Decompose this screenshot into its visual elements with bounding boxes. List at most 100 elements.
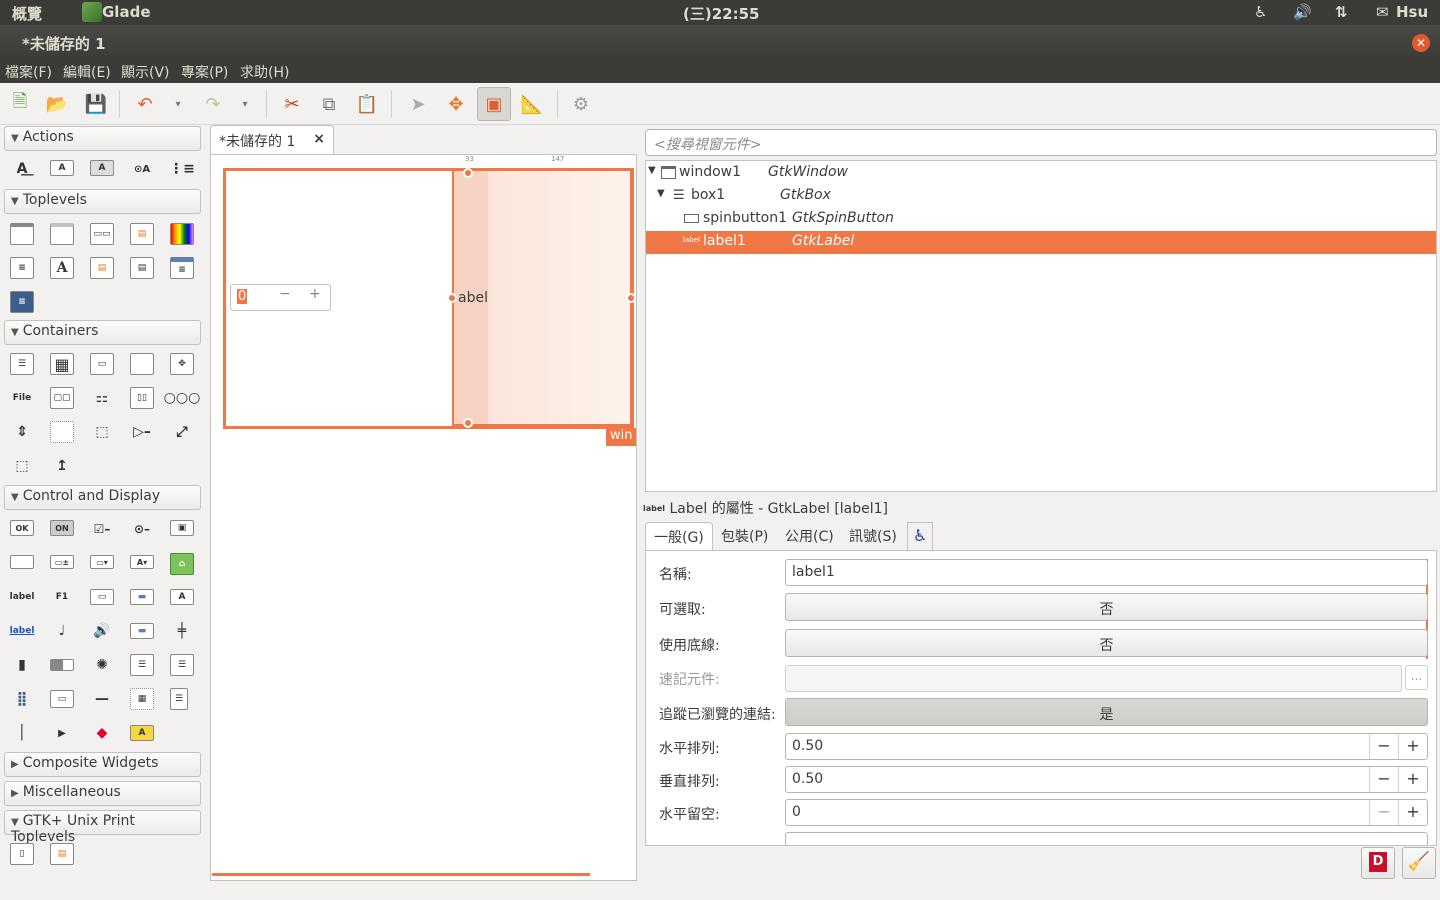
spin-plus[interactable]: +: [309, 286, 321, 302]
paste-icon[interactable]: 📋: [355, 92, 379, 116]
menu-edit[interactable]: 編輯(E): [63, 62, 111, 82]
fixed-icon[interactable]: ✥: [170, 353, 194, 375]
tree-row-box1[interactable]: ▼ ☰ box1 GtkBox: [646, 185, 1436, 208]
toggle-button-icon[interactable]: ON: [50, 520, 74, 536]
tab-accessibility-icon[interactable]: ♿: [907, 522, 934, 550]
widget-search-input[interactable]: <搜尋視窗元件>: [645, 129, 1437, 156]
check-button-icon[interactable]: ☑–: [90, 518, 114, 540]
action-icon[interactable]: A͟: [10, 158, 34, 180]
toolbar-container-icon[interactable]: ⚏: [90, 387, 114, 409]
event-box-icon[interactable]: ↥: [50, 455, 74, 477]
scrolled-window-icon[interactable]: ⇕: [10, 421, 34, 443]
page-setup-dialog-icon[interactable]: ▯: [10, 843, 34, 865]
volume-button-icon[interactable]: 🔊: [90, 620, 114, 642]
label-icon[interactable]: label: [10, 586, 35, 608]
palette-section-misc[interactable]: ▶ Miscellaneous: [4, 781, 201, 806]
paned-icon[interactable]: ▯▯: [130, 387, 154, 409]
box-icon[interactable]: ☰: [10, 353, 34, 375]
design-canvas[interactable]: 33 147 0 − + abel win: [210, 154, 637, 881]
font-chooser-button-icon[interactable]: A: [170, 589, 194, 605]
xpad-decrement[interactable]: −: [1369, 800, 1398, 825]
file-chooser-icon[interactable]: ▤: [130, 257, 154, 279]
track-visited-links-toggle[interactable]: 是: [785, 698, 1428, 726]
spinner-icon[interactable]: ✺: [90, 654, 114, 676]
expander-icon[interactable]: ▼: [648, 165, 656, 176]
xalign-spin[interactable]: 0.50− +: [785, 733, 1428, 760]
devhelp-icon[interactable]: D: [1361, 847, 1395, 879]
accessibility-icon[interactable]: ♿: [1254, 3, 1267, 21]
frame-icon[interactable]: [130, 353, 154, 375]
xpad-spin[interactable]: 0− +: [785, 799, 1428, 826]
palette-section-print[interactable]: ▼ GTK+ Unix Print Toplevels: [4, 810, 201, 845]
button-icon[interactable]: OK: [10, 520, 34, 536]
palette-section-composite[interactable]: ▶ Composite Widgets: [4, 752, 201, 777]
link-button-icon[interactable]: label: [10, 620, 35, 642]
scrollbar-icon[interactable]: ▮: [10, 654, 34, 676]
tab-signals[interactable]: 訊號(S): [841, 522, 905, 550]
tab-packing[interactable]: 包裝(P): [713, 522, 776, 550]
close-tab-icon[interactable]: ×: [313, 131, 325, 147]
network-icon[interactable]: ⇅: [1335, 3, 1348, 21]
tooltip-icon[interactable]: A: [130, 725, 154, 741]
user-name[interactable]: Hsu: [1396, 3, 1428, 21]
copy-icon[interactable]: ⧉: [317, 92, 341, 116]
yalign-spin[interactable]: 0.50− +: [785, 766, 1428, 793]
palette-section-toplevels[interactable]: ▼ Toplevels: [4, 189, 201, 214]
undo-icon[interactable]: ↶: [133, 92, 157, 116]
menubar-container-icon[interactable]: ○○○: [164, 387, 201, 409]
arrow-icon[interactable]: ▶: [50, 722, 74, 744]
font-button-icon[interactable]: ▭: [90, 589, 114, 605]
expander-icon[interactable]: ▼: [657, 188, 665, 199]
button-box-icon[interactable]: ▢▢: [50, 387, 74, 409]
tree-row-spinbutton1[interactable]: spinbutton1 GtkSpinButton: [646, 208, 1436, 231]
calendar-icon[interactable]: ▭: [50, 690, 74, 708]
recent-chooser-icon[interactable]: ≡: [10, 291, 34, 313]
print-dialog-icon[interactable]: ▤: [50, 843, 74, 865]
clock[interactable]: (三)22:55: [683, 3, 759, 24]
yalign-increment[interactable]: +: [1398, 767, 1427, 792]
image-icon[interactable]: ⌂: [170, 553, 194, 575]
spin-minus[interactable]: −: [279, 286, 291, 302]
menu-view[interactable]: 顯示(V): [121, 62, 170, 82]
layout-icon[interactable]: ⬚: [10, 455, 34, 477]
notebook-icon[interactable]: ▭: [90, 353, 114, 375]
xpad-increment[interactable]: +: [1398, 800, 1427, 825]
about-dialog-icon[interactable]: ≡: [10, 257, 34, 279]
expander-icon[interactable]: ▷–: [130, 421, 154, 443]
palette-section-control-display[interactable]: ▼ Control and Display: [4, 485, 201, 510]
resize-handle-top[interactable]: [463, 168, 473, 178]
cut-icon[interactable]: ✂: [280, 92, 304, 116]
new-file-icon[interactable]: 🗎: [8, 91, 32, 116]
yalign-decrement[interactable]: −: [1369, 767, 1398, 792]
recent-action-icon[interactable]: ⊙A: [130, 158, 154, 180]
font-chooser-icon[interactable]: A: [50, 257, 74, 279]
undo-dropdown-icon[interactable]: ▾: [166, 92, 190, 116]
label1-preview[interactable]: abel: [452, 169, 632, 426]
xalign-decrement[interactable]: −: [1369, 734, 1398, 759]
switch-icon[interactable]: ▣: [170, 520, 194, 536]
spinbutton1-preview[interactable]: 0 − +: [230, 284, 331, 311]
ypad-spin-partial[interactable]: [785, 832, 1428, 845]
viewport-icon[interactable]: [50, 421, 74, 443]
message-dialog-icon[interactable]: ▤: [130, 223, 154, 245]
volume-icon[interactable]: 🔊: [1293, 3, 1312, 21]
alignment-icon[interactable]: ⬚: [90, 421, 114, 443]
scale-button-icon[interactable]: ♩: [50, 620, 74, 642]
level-bar-icon[interactable]: ☰: [170, 688, 188, 710]
statusbar-icon[interactable]: ▦: [130, 688, 154, 710]
menu-help[interactable]: 求助(H): [240, 62, 289, 82]
clear-broom-icon[interactable]: 🧹: [1402, 847, 1436, 879]
mnemonic-widget-field[interactable]: [785, 665, 1402, 692]
save-file-icon[interactable]: 💾: [84, 92, 108, 116]
tree-view-icon[interactable]: ☰: [170, 654, 194, 676]
use-underline-toggle[interactable]: 否: [785, 629, 1428, 657]
palette-section-containers[interactable]: ▼ Containers: [4, 320, 201, 345]
tree-row-window1[interactable]: ▼ window1 GtkWindow: [646, 162, 1436, 185]
aspect-frame-icon[interactable]: ⤢: [170, 421, 194, 443]
separator-icon[interactable]: —: [90, 688, 114, 710]
palette-section-actions[interactable]: ▼ Actions: [4, 126, 201, 151]
dialog-icon[interactable]: ▭▭: [90, 223, 114, 245]
margin-edit-icon[interactable]: ▣: [477, 87, 511, 121]
mnemonic-browse-button[interactable]: ...: [1405, 665, 1428, 690]
file-chooser-button-icon[interactable]: ▬: [130, 623, 154, 639]
